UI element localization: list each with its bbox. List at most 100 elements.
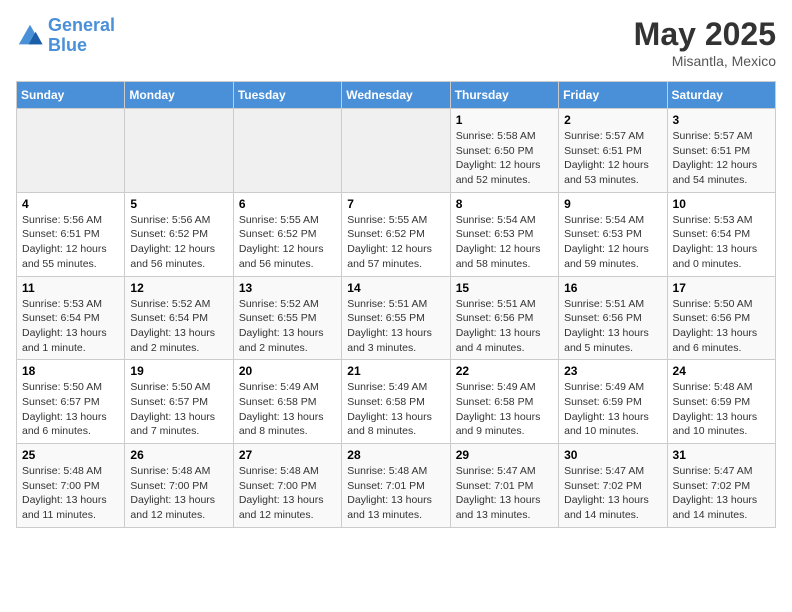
- day-info: Sunrise: 5:55 AMSunset: 6:52 PMDaylight:…: [347, 213, 444, 272]
- calendar-cell: 18 Sunrise: 5:50 AMSunset: 6:57 PMDayligh…: [17, 360, 125, 444]
- logo: General Blue: [16, 16, 115, 56]
- day-number: 29: [456, 448, 553, 462]
- day-number: 15: [456, 281, 553, 295]
- day-info: Sunrise: 5:47 AMSunset: 7:02 PMDaylight:…: [673, 464, 770, 523]
- day-info: Sunrise: 5:49 AMSunset: 6:58 PMDaylight:…: [347, 380, 444, 439]
- day-number: 5: [130, 197, 227, 211]
- calendar-cell: 3 Sunrise: 5:57 AMSunset: 6:51 PMDaylight…: [667, 109, 775, 193]
- logo-line2: Blue: [48, 35, 87, 55]
- day-info: Sunrise: 5:51 AMSunset: 6:56 PMDaylight:…: [456, 297, 553, 356]
- calendar-cell: 12 Sunrise: 5:52 AMSunset: 6:54 PMDayligh…: [125, 276, 233, 360]
- day-info: Sunrise: 5:50 AMSunset: 6:57 PMDaylight:…: [22, 380, 119, 439]
- day-info: Sunrise: 5:56 AMSunset: 6:51 PMDaylight:…: [22, 213, 119, 272]
- calendar-cell: 13 Sunrise: 5:52 AMSunset: 6:55 PMDayligh…: [233, 276, 341, 360]
- day-number: 16: [564, 281, 661, 295]
- calendar-cell: 5Sunrise: 5:56 AMSunset: 6:52 PMDaylight…: [125, 192, 233, 276]
- calendar-week-row: 25 Sunrise: 5:48 AMSunset: 7:00 PMDayligh…: [17, 444, 776, 528]
- calendar-cell: [125, 109, 233, 193]
- day-number: 2: [564, 113, 661, 127]
- day-number: 6: [239, 197, 336, 211]
- day-number: 11: [22, 281, 119, 295]
- day-number: 30: [564, 448, 661, 462]
- day-info: Sunrise: 5:48 AMSunset: 7:01 PMDaylight:…: [347, 464, 444, 523]
- calendar-table: SundayMondayTuesdayWednesdayThursdayFrid…: [16, 81, 776, 528]
- day-info: Sunrise: 5:50 AMSunset: 6:57 PMDaylight:…: [130, 380, 227, 439]
- day-info: Sunrise: 5:57 AMSunset: 6:51 PMDaylight:…: [673, 129, 770, 188]
- calendar-cell: 26 Sunrise: 5:48 AMSunset: 7:00 PMDayligh…: [125, 444, 233, 528]
- day-info: Sunrise: 5:54 AMSunset: 6:53 PMDaylight:…: [456, 213, 553, 272]
- day-number: 7: [347, 197, 444, 211]
- day-number: 12: [130, 281, 227, 295]
- day-info: Sunrise: 5:52 AMSunset: 6:55 PMDaylight:…: [239, 297, 336, 356]
- day-number: 9: [564, 197, 661, 211]
- calendar-week-row: 1Sunrise: 5:58 AMSunset: 6:50 PMDaylight…: [17, 109, 776, 193]
- day-number: 31: [673, 448, 770, 462]
- calendar-cell: 29 Sunrise: 5:47 AMSunset: 7:01 PMDayligh…: [450, 444, 558, 528]
- day-info: Sunrise: 5:50 AMSunset: 6:56 PMDaylight:…: [673, 297, 770, 356]
- weekday-header: Thursday: [450, 82, 558, 109]
- location: Misantla, Mexico: [634, 53, 776, 69]
- day-number: 4: [22, 197, 119, 211]
- calendar-cell: 8 Sunrise: 5:54 AMSunset: 6:53 PMDaylight…: [450, 192, 558, 276]
- calendar-cell: 15 Sunrise: 5:51 AMSunset: 6:56 PMDayligh…: [450, 276, 558, 360]
- calendar-cell: 19 Sunrise: 5:50 AMSunset: 6:57 PMDayligh…: [125, 360, 233, 444]
- day-info: Sunrise: 5:48 AMSunset: 7:00 PMDaylight:…: [239, 464, 336, 523]
- day-number: 13: [239, 281, 336, 295]
- day-number: 3: [673, 113, 770, 127]
- day-info: Sunrise: 5:51 AMSunset: 6:55 PMDaylight:…: [347, 297, 444, 356]
- calendar-cell: 1Sunrise: 5:58 AMSunset: 6:50 PMDaylight…: [450, 109, 558, 193]
- calendar-cell: 10 Sunrise: 5:53 AMSunset: 6:54 PMDayligh…: [667, 192, 775, 276]
- day-number: 21: [347, 364, 444, 378]
- day-info: Sunrise: 5:53 AMSunset: 6:54 PMDaylight:…: [673, 213, 770, 272]
- day-info: Sunrise: 5:55 AMSunset: 6:52 PMDaylight:…: [239, 213, 336, 272]
- calendar-cell: 30 Sunrise: 5:47 AMSunset: 7:02 PMDayligh…: [559, 444, 667, 528]
- day-info: Sunrise: 5:48 AMSunset: 7:00 PMDaylight:…: [130, 464, 227, 523]
- day-number: 19: [130, 364, 227, 378]
- day-info: Sunrise: 5:54 AMSunset: 6:53 PMDaylight:…: [564, 213, 661, 272]
- calendar-cell: [342, 109, 450, 193]
- calendar-cell: 25Sunrise: 5:48 AMSunset: 7:00 PMDayligh…: [17, 444, 125, 528]
- day-number: 28: [347, 448, 444, 462]
- day-number: 25: [22, 448, 119, 462]
- calendar-cell: 7 Sunrise: 5:55 AMSunset: 6:52 PMDaylight…: [342, 192, 450, 276]
- calendar-cell: 21 Sunrise: 5:49 AMSunset: 6:58 PMDayligh…: [342, 360, 450, 444]
- day-number: 17: [673, 281, 770, 295]
- weekday-header: Sunday: [17, 82, 125, 109]
- day-number: 8: [456, 197, 553, 211]
- day-info: Sunrise: 5:57 AMSunset: 6:51 PMDaylight:…: [564, 129, 661, 188]
- calendar-cell: 22 Sunrise: 5:49 AMSunset: 6:58 PMDayligh…: [450, 360, 558, 444]
- day-number: 26: [130, 448, 227, 462]
- calendar-cell: 2 Sunrise: 5:57 AMSunset: 6:51 PMDaylight…: [559, 109, 667, 193]
- calendar-cell: 17 Sunrise: 5:50 AMSunset: 6:56 PMDayligh…: [667, 276, 775, 360]
- calendar-cell: 6 Sunrise: 5:55 AMSunset: 6:52 PMDaylight…: [233, 192, 341, 276]
- calendar-week-row: 18 Sunrise: 5:50 AMSunset: 6:57 PMDayligh…: [17, 360, 776, 444]
- day-number: 14: [347, 281, 444, 295]
- day-info: Sunrise: 5:47 AMSunset: 7:02 PMDaylight:…: [564, 464, 661, 523]
- title-block: May 2025 Misantla, Mexico: [634, 16, 776, 69]
- logo-line1: General: [48, 15, 115, 35]
- day-info: Sunrise: 5:49 AMSunset: 6:58 PMDaylight:…: [239, 380, 336, 439]
- day-number: 18: [22, 364, 119, 378]
- day-info: Sunrise: 5:49 AMSunset: 6:59 PMDaylight:…: [564, 380, 661, 439]
- calendar-cell: 4 Sunrise: 5:56 AMSunset: 6:51 PMDaylight…: [17, 192, 125, 276]
- day-number: 24: [673, 364, 770, 378]
- logo-text: General Blue: [48, 16, 115, 56]
- day-info: Sunrise: 5:47 AMSunset: 7:01 PMDaylight:…: [456, 464, 553, 523]
- day-info: Sunrise: 5:53 AMSunset: 6:54 PMDaylight:…: [22, 297, 119, 356]
- day-info: Sunrise: 5:49 AMSunset: 6:58 PMDaylight:…: [456, 380, 553, 439]
- calendar-cell: [17, 109, 125, 193]
- calendar-cell: 31 Sunrise: 5:47 AMSunset: 7:02 PMDayligh…: [667, 444, 775, 528]
- day-number: 10: [673, 197, 770, 211]
- calendar-cell: 27 Sunrise: 5:48 AMSunset: 7:00 PMDayligh…: [233, 444, 341, 528]
- calendar-header-row: SundayMondayTuesdayWednesdayThursdayFrid…: [17, 82, 776, 109]
- calendar-cell: 20Sunrise: 5:49 AMSunset: 6:58 PMDayligh…: [233, 360, 341, 444]
- day-number: 22: [456, 364, 553, 378]
- day-number: 27: [239, 448, 336, 462]
- day-info: Sunrise: 5:51 AMSunset: 6:56 PMDaylight:…: [564, 297, 661, 356]
- day-info: Sunrise: 5:52 AMSunset: 6:54 PMDaylight:…: [130, 297, 227, 356]
- day-info: Sunrise: 5:58 AMSunset: 6:50 PMDaylight:…: [456, 129, 553, 188]
- month-year: May 2025: [634, 16, 776, 53]
- day-info: Sunrise: 5:48 AMSunset: 6:59 PMDaylight:…: [673, 380, 770, 439]
- calendar-week-row: 11 Sunrise: 5:53 AMSunset: 6:54 PMDayligh…: [17, 276, 776, 360]
- calendar-cell: [233, 109, 341, 193]
